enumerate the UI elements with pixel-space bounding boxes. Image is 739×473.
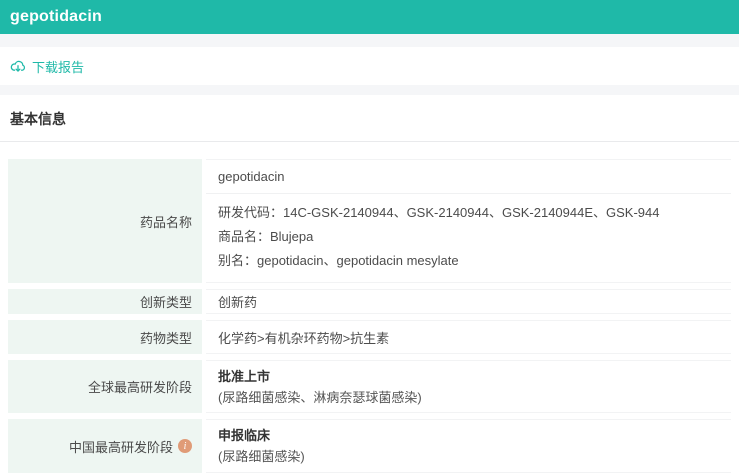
detail-line-rd-code: 研发代码：14C-GSK-2140944、GSK-2140944、GSK-214… (218, 205, 660, 220)
table-row-innovation-type: 创新类型 创新药 (8, 289, 731, 314)
page-header: gepotidacin (0, 0, 739, 34)
row-value: 化学药>有机杂环药物>抗生素 (206, 320, 731, 354)
download-report-link[interactable]: 下载报告 (10, 57, 84, 76)
cloud-download-icon (10, 58, 26, 74)
row-label: 创新类型 (8, 289, 202, 314)
table-row-china-stage: 中国最高研发阶段 i 申报临床 (尿路细菌感染) (8, 419, 731, 473)
row-label: 全球最高研发阶段 (8, 360, 202, 413)
china-stage-value: 申报临床 (218, 428, 271, 443)
spacer-strip (0, 85, 739, 95)
row-value: 申报临床 (尿路细菌感染) (206, 419, 731, 473)
drug-name-value: gepotidacin (218, 169, 285, 184)
detail-line-alias: 别名：gepotidacin、gepotidacin mesylate (218, 253, 459, 268)
row-label: 中国最高研发阶段 i (8, 419, 202, 473)
table-row-drug-name: 药品名称 gepotidacin 研发代码：14C-GSK-2140944、GS… (8, 159, 731, 283)
info-icon[interactable]: i (178, 439, 192, 453)
section-title: 基本信息 (10, 111, 66, 127)
table-row-global-stage: 全球最高研发阶段 批准上市 (尿路细菌感染、淋病奈瑟球菌感染) (8, 360, 731, 413)
detail-line-trade-name: 商品名：Blujepa (218, 229, 314, 244)
drug-name-details: 研发代码：14C-GSK-2140944、GSK-2140944、GSK-214… (218, 194, 731, 282)
global-stage-value: 批准上市 (218, 368, 271, 384)
basic-info-table: 药品名称 gepotidacin 研发代码：14C-GSK-2140944、GS… (8, 159, 731, 473)
row-label-text: 中国最高研发阶段 (68, 439, 173, 455)
download-report-label: 下载报告 (32, 59, 85, 75)
drug-title: gepotidacin (10, 8, 102, 25)
global-stage-indications: (尿路细菌感染、淋病奈瑟球菌感染) (218, 389, 422, 405)
toolbar: 下载报告 (0, 47, 739, 85)
china-stage-indications: (尿路细菌感染) (218, 449, 305, 464)
basic-info-section: 基本信息 药品名称 gepotidacin 研发代码：14C-GSK-21409… (0, 95, 739, 473)
row-value: 批准上市 (尿路细菌感染、淋病奈瑟球菌感染) (206, 360, 731, 413)
row-label: 药物类型 (8, 320, 202, 354)
table-row-drug-type: 药物类型 化学药>有机杂环药物>抗生素 (8, 320, 731, 354)
row-value: gepotidacin 研发代码：14C-GSK-2140944、GSK-214… (206, 159, 731, 283)
row-label: 药品名称 (8, 159, 202, 283)
divider (0, 141, 739, 142)
spacer-strip (0, 34, 739, 47)
row-value: 创新药 (206, 289, 731, 314)
